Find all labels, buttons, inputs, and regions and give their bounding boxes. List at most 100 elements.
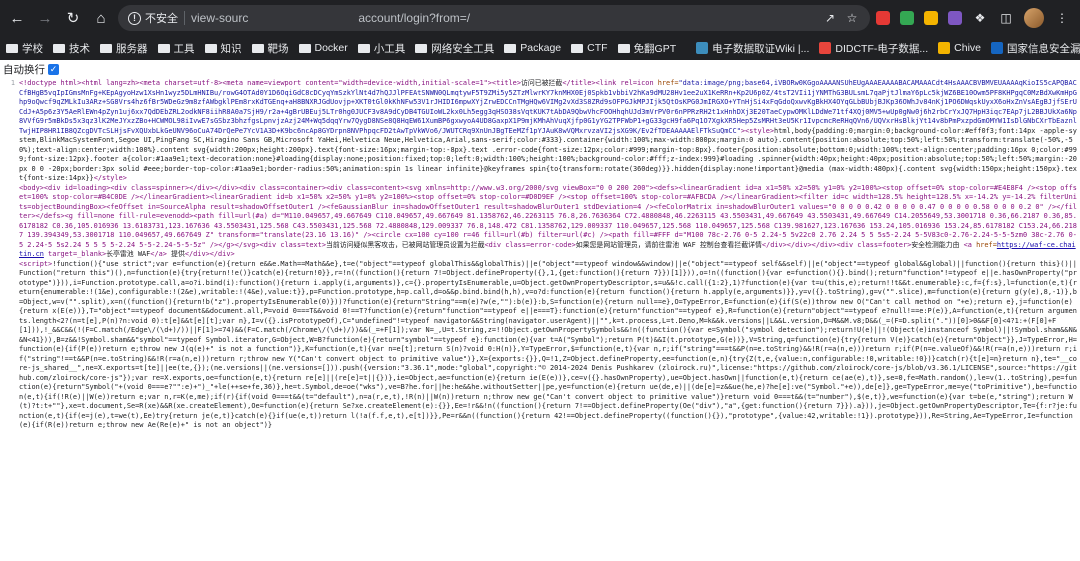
bookmark-label: 工具 <box>173 42 195 55</box>
bookmark-label: Docker <box>314 42 348 54</box>
home-icon[interactable]: ⌂ <box>90 7 112 29</box>
folder-icon <box>415 43 428 53</box>
bookmark-star-icon[interactable]: ☆ <box>844 10 860 26</box>
code-token: href= <box>976 240 997 249</box>
sidebar-icon[interactable]: ◫ <box>998 10 1014 26</box>
source-line: <script>!function(){"use strict";var e=f… <box>3 260 1077 431</box>
bookmark-label: 技术 <box>69 42 90 55</box>
code-token: 访问已被拦截 <box>520 79 563 87</box>
code-token: 当前访问疑似黑客攻击，已被网站管理员设置为拦截 <box>326 240 485 249</box>
bookmark-label: 学校 <box>22 42 43 55</box>
source-code: 1 <!doctype html><html lang=zh><meta char… <box>3 79 1077 431</box>
code-token: </div></div> <box>184 250 235 258</box>
url-text[interactable]: view-sourc account/login?from=/ <box>191 11 816 25</box>
code-token: <!doctype html><html lang=zh><meta chars… <box>19 79 521 87</box>
bookmark-label: 免翻GPT <box>633 42 677 55</box>
bookmark-label: Chive <box>954 42 981 54</box>
code-token: <script> <box>19 259 53 268</box>
browser-toolbar: ← → ↻ ⌂ ! 不安全 view-sourc account/login?fr… <box>0 0 1080 36</box>
code-token: 提供 <box>166 250 185 258</box>
folder-icon <box>357 43 370 53</box>
folder-icon <box>298 43 311 53</box>
code-token: <div class=error-code> <box>484 240 576 249</box>
bookmark-label: 靶场 <box>267 42 289 55</box>
code-token: <body><div id=loading><div class=spinner… <box>19 183 1077 249</box>
bookmark-label: 小工具 <box>373 42 406 55</box>
insecure-indicator[interactable]: ! 不安全 <box>128 10 178 26</box>
bookmark-label: CTF <box>587 42 608 54</box>
bookmark-item[interactable]: 学校 <box>6 41 43 56</box>
bookmark-item[interactable]: 工具 <box>157 41 195 56</box>
source-line: <body><div id=loading><div class=spinner… <box>3 184 1077 260</box>
forward-icon[interactable]: → <box>34 7 56 29</box>
line-content: <script>!function(){"use strict";var e=f… <box>19 260 1077 431</box>
site-favicon-icon <box>938 42 951 54</box>
bookmark-label: Package <box>520 42 562 54</box>
folder-icon <box>53 43 65 53</box>
code-token: href= <box>657 79 679 87</box>
bookmarks-bar: 学校 技术 服务器 工具 知识 靶场 Docker 小工具 网络安全工具 Package CTF 免翻… <box>0 36 1080 60</box>
code-token: </style> <box>93 174 127 182</box>
extension-red-icon[interactable] <box>876 11 890 25</box>
code-token: 安全检测能力由 <box>911 240 964 249</box>
folder-icon <box>617 43 630 53</box>
share-icon[interactable]: ↗ <box>822 10 838 26</box>
bookmark-item[interactable]: 小工具 <box>357 41 406 56</box>
code-token: </title><link rel=icon <box>562 79 658 87</box>
bookmark-label: 网络安全工具 <box>431 42 495 55</box>
warning-icon: ! <box>128 11 141 25</box>
line-number: 1 <box>10 79 15 87</box>
bookmark-label: 电子数据取证Wiki |... <box>712 42 810 55</box>
source-line: 1 <!doctype html><html lang=zh><meta char… <box>3 79 1077 184</box>
code-token: 长亭雷池 WAF <box>106 250 151 258</box>
bookmark-item[interactable]: Chive <box>938 42 981 54</box>
site-favicon-icon <box>991 42 1003 54</box>
code-token: target=_blank> <box>43 250 107 258</box>
source-view: 自动换行 ✓ 1 <!doctype html><html lang=zh><me… <box>0 60 1080 561</box>
profile-avatar[interactable] <box>1024 8 1044 28</box>
extensions-puzzle-icon[interactable]: ❖ <box>972 10 988 26</box>
line-number <box>3 260 19 431</box>
folder-icon <box>204 43 217 53</box>
bookmark-item[interactable]: 电子数据取证Wiki |... <box>696 41 809 56</box>
extension-purple-icon[interactable] <box>948 11 962 25</box>
site-favicon-icon <box>696 42 709 54</box>
bookmark-item[interactable]: CTF <box>571 42 608 54</box>
bookmark-item[interactable]: 网络安全工具 <box>415 41 494 56</box>
bookmark-item[interactable]: Package <box>504 42 561 54</box>
bookmark-item[interactable]: DIDCTF-电子数据... <box>819 41 928 56</box>
reload-icon[interactable]: ↻ <box>62 7 84 29</box>
line-wrap-label: 自动换行 <box>3 64 45 76</box>
code-token: 如果您是网站管理员，请前往雷池 WAF 控制台查看拦截详情 <box>575 240 762 249</box>
folder-icon <box>504 43 517 53</box>
folder-icon <box>157 43 170 53</box>
extension-green-icon[interactable] <box>900 11 914 25</box>
bookmark-item[interactable]: Docker <box>298 42 348 54</box>
back-icon[interactable]: ← <box>6 7 28 29</box>
bookmark-item[interactable]: 知识 <box>204 41 242 56</box>
bookmark-item[interactable]: 免翻GPT <box>617 41 677 56</box>
code-token: </div></div></div><div class=footer> <box>761 240 912 249</box>
bookmark-item[interactable]: 国家信息安全漏洞... <box>991 41 1080 56</box>
folder-icon <box>100 43 112 53</box>
line-number <box>3 184 19 260</box>
insecure-label: 不安全 <box>145 13 178 25</box>
site-favicon-icon <box>819 42 832 54</box>
line-content: <body><div id=loading><div class=spinner… <box>19 184 1077 260</box>
bookmark-item[interactable]: 服务器 <box>100 41 148 56</box>
folder-icon <box>6 43 18 53</box>
bookmark-label: 知识 <box>220 42 242 55</box>
extension-yellow-icon[interactable] <box>924 11 938 25</box>
menu-icon[interactable]: ⋮ <box>1054 10 1070 26</box>
line-wrap-toggle[interactable]: 自动换行 ✓ <box>3 62 1077 77</box>
bookmark-item[interactable]: 靶场 <box>251 41 289 56</box>
bookmark-label: DIDCTF-电子数据... <box>835 42 929 55</box>
line-content: <!doctype html><html lang=zh><meta chars… <box>19 79 1077 184</box>
code-token: ><style> <box>740 126 775 135</box>
code-token: !function(){"use strict";var e=function(… <box>19 259 1077 430</box>
line-wrap-checkbox[interactable]: ✓ <box>48 64 59 75</box>
bookmark-label: 国家信息安全漏洞... <box>1007 42 1080 55</box>
bookmark-item[interactable]: 技术 <box>53 41 90 56</box>
address-bar[interactable]: ! 不安全 view-sourc account/login?from=/ ↗ ☆ <box>118 5 870 31</box>
code-token: <a <box>963 240 977 249</box>
